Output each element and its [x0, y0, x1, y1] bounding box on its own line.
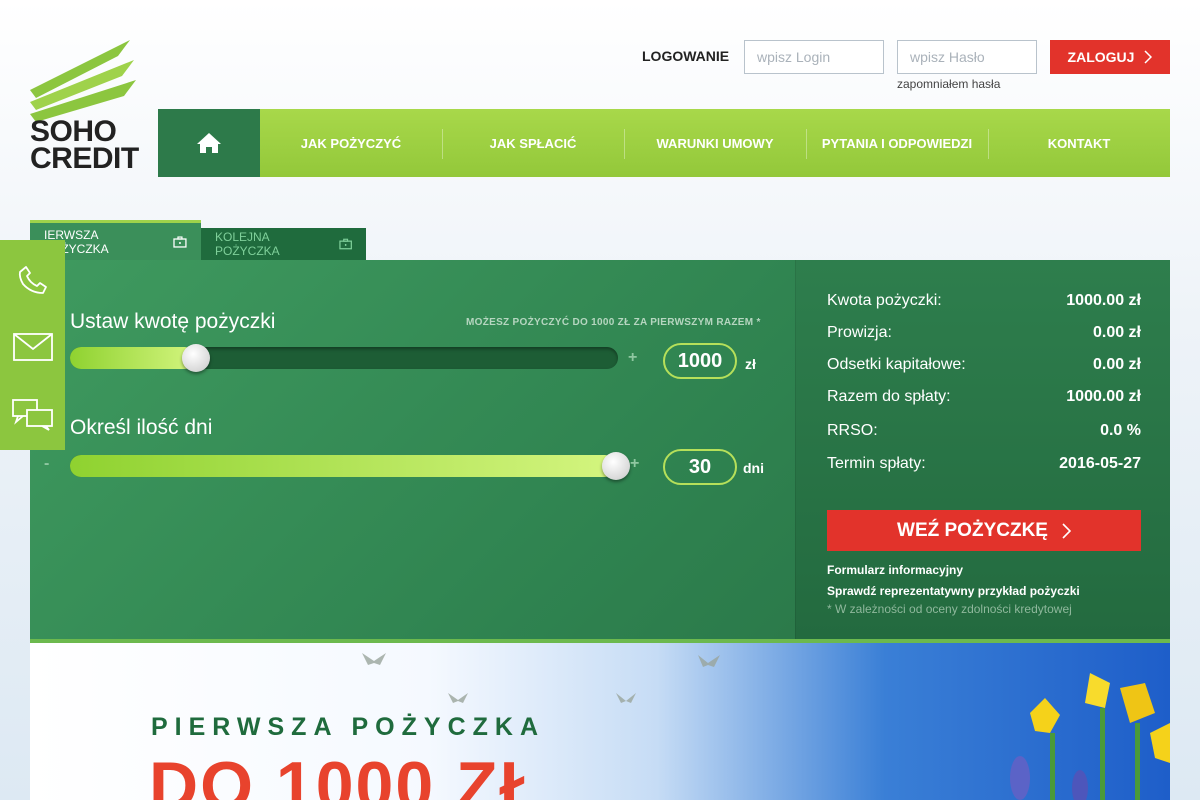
summary-row: RRSO: 0.0 %	[827, 422, 1141, 439]
amount-plus-button[interactable]: +	[628, 349, 637, 367]
amount-value[interactable]: 1000	[663, 343, 737, 379]
summary-row: Odsetki kapitałowe: 0.00 zł	[827, 356, 1141, 373]
chat-button[interactable]	[0, 380, 65, 450]
contact-sidebar	[0, 240, 65, 450]
days-unit: dni	[743, 460, 764, 476]
phone-icon	[18, 266, 47, 294]
home-icon	[197, 133, 221, 153]
mail-button[interactable]	[0, 312, 65, 382]
summary-row: Prowizja: 0.00 zł	[827, 324, 1141, 341]
promo-banner[interactable]: PIERWSZA POŻYCZKA DO 1000 ZŁ	[30, 643, 1170, 800]
logo-text: SOHO CREDIT	[30, 115, 139, 175]
chat-icon	[11, 399, 53, 431]
login-button[interactable]: ZALOGUJ	[1050, 40, 1170, 74]
amount-slider[interactable]	[70, 344, 618, 372]
briefcase-icon	[339, 238, 352, 250]
days-plus-button[interactable]: +	[630, 455, 639, 473]
bird-icon	[698, 655, 720, 667]
nav-item-how-to-repay[interactable]: JAK SPŁACIĆ	[442, 109, 624, 177]
password-input[interactable]	[897, 40, 1037, 74]
example-loan-link[interactable]: Sprawdź reprezentatywny przykład pożyczk…	[827, 584, 1080, 598]
flowers-decoration	[1010, 673, 1170, 800]
amount-unit: zł	[745, 356, 756, 372]
amount-note: MOŻESZ POŻYCZYĆ DO 1000 ZŁ ZA PIERWSZYM …	[466, 317, 761, 328]
briefcase-icon	[173, 235, 187, 248]
bird-icon	[616, 693, 636, 703]
banner-amount: DO 1000 ZŁ	[149, 748, 544, 800]
days-minus-button[interactable]: -	[44, 455, 49, 473]
summary-row: Termin spłaty: 2016-05-27	[827, 455, 1141, 472]
bird-icon	[448, 693, 468, 703]
chevron-right-icon	[1062, 522, 1071, 539]
nav-item-terms[interactable]: WARUNKI UMOWY	[624, 109, 806, 177]
loan-calculator: Ustaw kwotę pożyczki MOŻESZ POŻYCZYĆ DO …	[30, 260, 1170, 643]
nav-home[interactable]	[158, 109, 260, 177]
days-value[interactable]: 30	[663, 449, 737, 485]
loan-summary: Kwota pożyczki: 1000.00 zł Prowizja: 0.00 …	[795, 260, 1170, 639]
amount-title: Ustaw kwotę pożyczki	[70, 310, 276, 333]
bird-icon	[362, 653, 386, 665]
main-nav: JAK POŻYCZYĆ JAK SPŁACIĆ WARUNKI UMOWY P…	[158, 109, 1170, 177]
loan-tabs: IERWSZA POŻYCZKA KOLEJNA POŻYCZKA	[30, 220, 366, 260]
info-form-link[interactable]: Formularz informacyjny	[827, 563, 963, 577]
phone-button[interactable]	[0, 245, 65, 315]
days-title: Określ ilość dni	[70, 416, 213, 439]
days-slider-fill	[70, 455, 616, 477]
login-input[interactable]	[744, 40, 884, 74]
nav-item-faq[interactable]: PYTANIA I ODPOWIEDZI	[806, 109, 988, 177]
forgot-password-link[interactable]: zapomniałem hasła	[897, 77, 1000, 91]
nav-item-how-to-borrow[interactable]: JAK POŻYCZYĆ	[260, 109, 442, 177]
amount-slider-fill	[70, 347, 196, 369]
login-label: LOGOWANIE	[642, 48, 730, 64]
nav-item-contact[interactable]: KONTAKT	[988, 109, 1170, 177]
tab-label: KOLEJNA POŻYCZKA	[215, 230, 280, 258]
take-loan-button[interactable]: WEŹ POŻYCZKĘ	[827, 510, 1141, 551]
tab-next-loan[interactable]: KOLEJNA POŻYCZKA	[201, 228, 366, 260]
days-slider[interactable]	[70, 452, 630, 480]
chevron-right-icon	[1144, 50, 1153, 64]
amount-slider-handle[interactable]	[182, 344, 210, 372]
mail-icon	[12, 333, 53, 361]
banner-title: PIERWSZA POŻYCZKA	[151, 713, 546, 741]
summary-row: Razem do spłaty: 1000.00 zł	[827, 388, 1141, 405]
summary-row: Kwota pożyczki: 1000.00 zł	[827, 292, 1141, 309]
disclaimer: * W zależności od oceny zdolności kredyt…	[827, 602, 1072, 616]
days-slider-handle[interactable]	[602, 452, 630, 480]
